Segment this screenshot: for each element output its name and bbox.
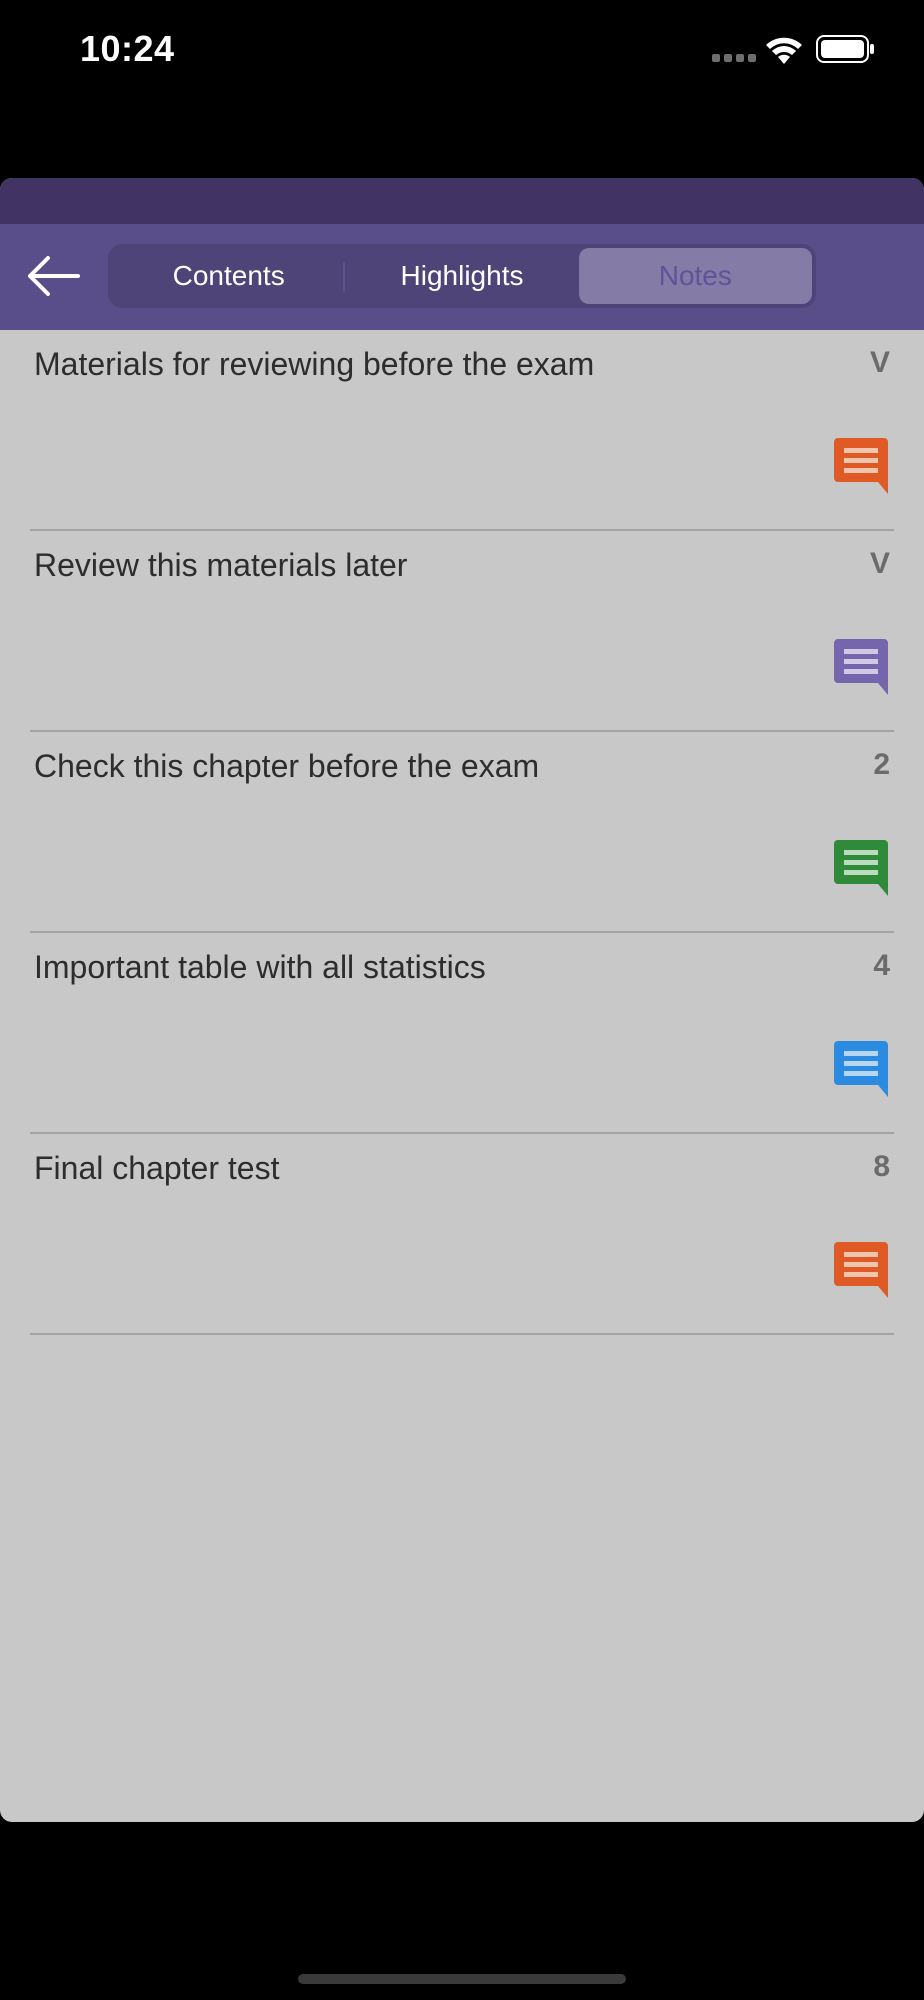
note-page-number: 2	[873, 748, 890, 781]
battery-icon	[816, 35, 874, 63]
list-item[interactable]: Final chapter test 8	[0, 1134, 924, 1335]
note-title: Check this chapter before the exam	[34, 748, 540, 784]
note-page-number: 4	[873, 949, 890, 982]
segmented-control: Contents Highlights Notes	[108, 244, 816, 308]
status-bar: 10:24	[0, 0, 924, 100]
wifi-icon	[766, 37, 802, 64]
navigation-bar: Contents Highlights Notes	[0, 224, 924, 330]
note-title: Review this materials later	[34, 547, 408, 583]
sheet-header-band	[0, 178, 924, 224]
list-item[interactable]: Check this chapter before the exam 2	[0, 732, 924, 933]
tab-highlights-label: Highlights	[400, 260, 524, 291]
status-time: 10:24	[80, 28, 175, 69]
list-item[interactable]: Important table with all statistics 4	[0, 933, 924, 1134]
note-title: Final chapter test	[34, 1150, 280, 1186]
note-bubble-icon[interactable]	[834, 1041, 890, 1097]
notes-list: Materials for reviewing before the exam …	[0, 330, 924, 1335]
note-bubble-icon[interactable]	[834, 840, 890, 896]
tab-notes-label: Notes	[658, 260, 732, 291]
list-item[interactable]: Review this materials later V	[0, 531, 924, 732]
note-bubble-icon[interactable]	[834, 639, 890, 695]
divider	[30, 1333, 894, 1335]
tab-notes[interactable]: Notes	[578, 248, 812, 304]
cellular-signal-icon	[712, 46, 756, 62]
note-page-number: V	[869, 547, 890, 580]
back-button[interactable]	[20, 246, 90, 306]
note-page-number: V	[869, 346, 890, 379]
tab-contents-label: Contents	[172, 260, 285, 291]
notes-sheet: Contents Highlights Notes Materials for …	[0, 178, 924, 1822]
note-bubble-icon[interactable]	[834, 1242, 890, 1298]
home-indicator[interactable]	[298, 1974, 626, 1984]
arrow-left-icon	[28, 256, 80, 296]
note-title: Important table with all statistics	[34, 949, 486, 985]
tab-contents[interactable]: Contents	[112, 248, 346, 304]
tab-highlights[interactable]: Highlights	[345, 248, 578, 304]
note-title: Materials for reviewing before the exam	[34, 346, 595, 382]
note-bubble-icon[interactable]	[834, 438, 890, 494]
list-item[interactable]: Materials for reviewing before the exam …	[0, 330, 924, 531]
note-page-number: 8	[873, 1150, 890, 1183]
